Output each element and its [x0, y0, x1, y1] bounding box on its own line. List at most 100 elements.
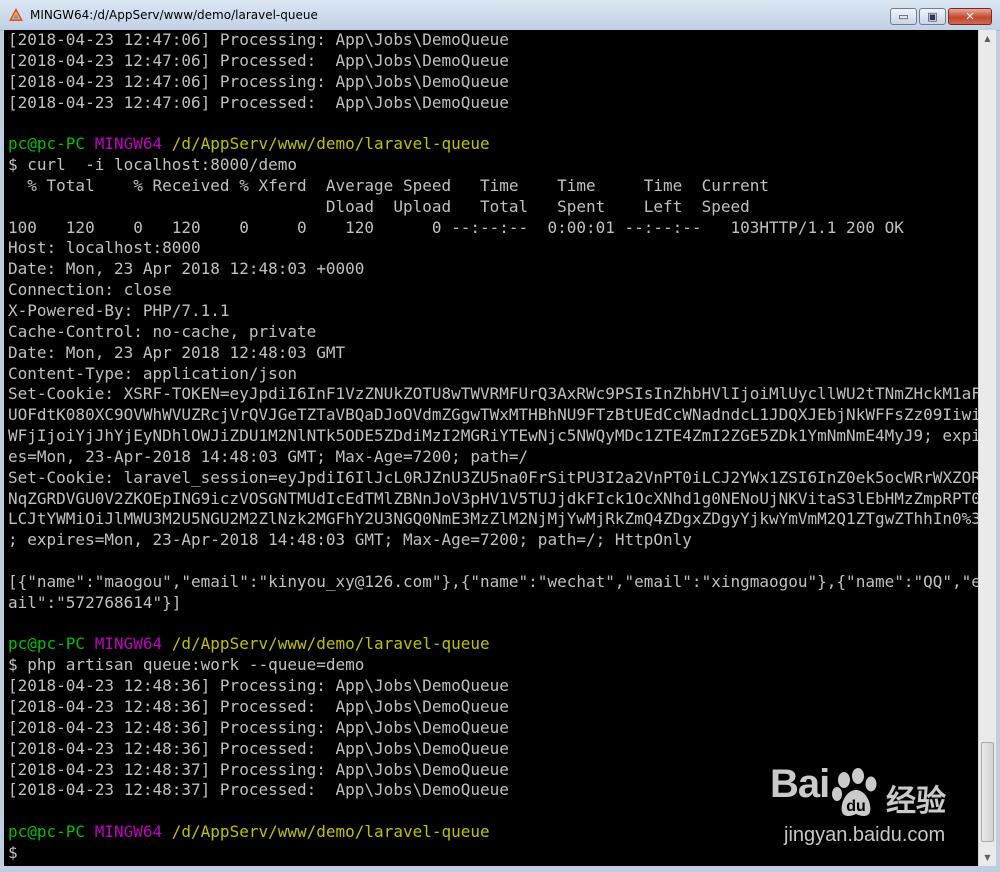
maximize-icon: ▣ — [927, 10, 938, 23]
terminal-line: NqZGRDVGU0V2ZKOEpING9iczVOSGNTMUdIcEdTMl… — [8, 489, 978, 510]
scroll-up-icon[interactable]: ▲ — [979, 30, 996, 47]
terminal-text-segment: X-Powered-By: PHP/7.1.1 — [8, 300, 230, 320]
terminal-text-segment: ail":"572768614"}] — [8, 592, 182, 612]
terminal-text-segment: [2018-04-23 12:47:06] Processing: App\Jo… — [8, 71, 509, 91]
terminal-text-segment: $ — [8, 842, 18, 862]
vertical-scrollbar[interactable]: ▲ ▼ — [978, 30, 996, 866]
terminal-line: WFjIjoiYjJhYjEyNDhlOWJiZDU1M2NlNTk5ODE5Z… — [8, 426, 978, 447]
watermark-logo-text: Bai — [770, 762, 830, 806]
terminal-line: Cache-Control: no-cache, private — [8, 322, 978, 343]
mingw-app-icon[interactable] — [8, 7, 24, 23]
terminal-line: es=Mon, 23-Apr-2018 14:48:03 GMT; Max-Ag… — [8, 447, 978, 468]
close-button[interactable]: ✕ — [948, 8, 992, 25]
terminal-text-segment: pc@pc-PC — [8, 822, 95, 842]
watermark-jingyan-text: 经验 — [886, 784, 946, 819]
terminal-text-segment: /d/AppServ/www/demo/laravel-queue — [171, 634, 490, 654]
terminal-line: [2018-04-23 12:47:06] Processed: App\Job… — [8, 51, 978, 72]
terminal-text-segment: es=Mon, 23-Apr-2018 14:48:03 GMT; Max-Ag… — [8, 446, 529, 466]
terminal-text-segment: UOFdtK080XC9OVWhWVUZRcjVrQVJGeTZTaVBQaDJ… — [8, 405, 978, 425]
baidu-paw-icon: du — [832, 768, 877, 816]
terminal-line: [2018-04-23 12:47:06] Processing: App\Jo… — [8, 30, 978, 51]
terminal-text-segment: [2018-04-23 12:48:36] Processed: App\Job… — [8, 738, 509, 758]
terminal-text-segment: LCJtYWMiOiJlMWU3M2U5NGU2M2ZlNzk2MGFhY2U3… — [8, 509, 978, 529]
terminal-line: % Total % Received % Xferd Average Speed… — [8, 176, 978, 197]
terminal-line: UOFdtK080XC9OVWhWVUZRcjVrQVJGeTZTaVBQaDJ… — [8, 405, 978, 426]
minimize-icon: ▭ — [898, 10, 909, 23]
close-icon: ✕ — [965, 10, 975, 23]
terminal-text-segment: MINGW64 — [94, 822, 172, 842]
terminal-window: MINGW64:/d/AppServ/www/demo/laravel-queu… — [0, 0, 1000, 872]
terminal-line: Set-Cookie: XSRF-TOKEN=eyJpdiI6InF1VzZNU… — [8, 384, 978, 405]
minimize-button[interactable]: ▭ — [890, 8, 917, 25]
terminal-line: [2018-04-23 12:48:36] Processing: App\Jo… — [8, 718, 978, 739]
terminal-line: $ curl -i localhost:8000/demo — [8, 155, 978, 176]
scroll-down-icon[interactable]: ▼ — [979, 849, 996, 866]
terminal-line: [{"name":"maogou","email":"kinyou_xy@126… — [8, 572, 978, 593]
terminal-text-segment: [2018-04-23 12:48:36] Processing: App\Jo… — [8, 717, 509, 737]
terminal-line: [2018-04-23 12:47:06] Processing: App\Jo… — [8, 72, 978, 93]
title-bar[interactable]: MINGW64:/d/AppServ/www/demo/laravel-queu… — [0, 0, 1000, 31]
terminal-line: Date: Mon, 23 Apr 2018 12:48:03 GMT — [8, 343, 978, 364]
terminal-text-segment: $ php artisan queue:work --queue=demo — [8, 655, 365, 675]
terminal-line: Date: Mon, 23 Apr 2018 12:48:03 +0000 — [8, 259, 978, 280]
terminal-text-segment: [2018-04-23 12:47:06] Processed: App\Job… — [8, 50, 509, 70]
terminal-text-segment: 100 120 0 120 0 0 120 0 --:--:-- 0:00:01… — [8, 217, 904, 237]
scroll-thumb[interactable] — [981, 742, 994, 842]
watermark-url: jingyan.baidu.com — [784, 824, 946, 846]
terminal-text-segment: /d/AppServ/www/demo/laravel-queue — [171, 134, 490, 154]
terminal-text-segment: [2018-04-23 12:48:36] Processed: App\Job… — [8, 697, 509, 716]
terminal-line: LCJtYWMiOiJlMWU3M2U5NGU2M2ZlNzk2MGFhY2U3… — [8, 509, 978, 530]
terminal-text-segment: Host: localhost:8000 — [8, 238, 201, 258]
terminal-line: pc@pc-PC MINGW64 /d/AppServ/www/demo/lar… — [8, 134, 978, 155]
terminal-text-segment: Dload Upload Total Spent Left Speed — [8, 196, 750, 216]
terminal-text-segment: ; expires=Mon, 23-Apr-2018 14:48:03 GMT;… — [8, 530, 692, 550]
terminal-line: Dload Upload Total Spent Left Speed — [8, 197, 978, 218]
terminal-text-segment: MINGW64 — [94, 134, 172, 154]
terminal-line: ail":"572768614"}] — [8, 593, 978, 614]
maximize-button[interactable]: ▣ — [919, 8, 946, 25]
terminal-lines: [2018-04-23 12:47:06] Processing: App\Jo… — [8, 30, 978, 864]
terminal-text-segment: /d/AppServ/www/demo/laravel-queue — [171, 822, 490, 842]
terminal-text-segment: WFjIjoiYjJhYjEyNDhlOWJiZDU1M2NlNTk5ODE5Z… — [8, 426, 978, 446]
terminal-text-segment: $ curl -i localhost:8000/demo — [8, 155, 297, 175]
terminal-text-segment: [{"name":"maogou","email":"kinyou_xy@126… — [8, 571, 978, 591]
terminal-text-segment: Set-Cookie: laravel_session=eyJpdiI6IlJc… — [8, 467, 978, 487]
terminal-line: [2018-04-23 12:48:36] Processing: App\Jo… — [8, 676, 978, 697]
terminal-line: [2018-04-23 12:48:36] Processed: App\Job… — [8, 739, 978, 760]
terminal-text-segment: MINGW64 — [94, 634, 172, 654]
terminal-line: pc@pc-PC MINGW64 /d/AppServ/www/demo/lar… — [8, 634, 978, 655]
terminal-text-segment: [2018-04-23 12:48:37] Processed: App\Job… — [8, 780, 509, 800]
terminal-line: [2018-04-23 12:48:36] Processed: App\Job… — [8, 697, 978, 718]
terminal-text-segment: pc@pc-PC — [8, 134, 95, 154]
terminal-text-segment: [2018-04-23 12:48:37] Processing: App\Jo… — [8, 759, 509, 779]
terminal-text-segment: pc@pc-PC — [8, 634, 95, 654]
terminal-line: $ php artisan queue:work --queue=demo — [8, 655, 978, 676]
terminal-line: 100 120 0 120 0 0 120 0 --:--:-- 0:00:01… — [8, 218, 978, 239]
terminal-line: Content-Type: application/json — [8, 364, 978, 385]
terminal-line: Host: localhost:8000 — [8, 238, 978, 259]
terminal-line: ; expires=Mon, 23-Apr-2018 14:48:03 GMT;… — [8, 530, 978, 551]
terminal-text-segment: % Total % Received % Xferd Average Speed… — [8, 175, 769, 195]
terminal-output[interactable]: [2018-04-23 12:47:06] Processing: App\Jo… — [4, 30, 978, 866]
baidu-jingyan-watermark: Bai du 经验 jingyan.baidu.com — [760, 762, 980, 852]
window-controls: ▭ ▣ ✕ — [888, 8, 992, 26]
terminal-text-segment: Date: Mon, 23 Apr 2018 12:48:03 +0000 — [8, 259, 365, 279]
terminal-text-segment: [2018-04-23 12:47:06] Processed: App\Job… — [8, 92, 509, 112]
terminal-text-segment: NqZGRDVGU0V2ZKOEpING9iczVOSGNTMUdIcEdTMl… — [8, 488, 978, 508]
terminal-text-segment: [2018-04-23 12:48:36] Processing: App\Jo… — [8, 676, 509, 696]
terminal-line: Set-Cookie: laravel_session=eyJpdiI6IlJc… — [8, 468, 978, 489]
terminal-text-segment: Date: Mon, 23 Apr 2018 12:48:03 GMT — [8, 342, 346, 362]
terminal-text-segment: Cache-Control: no-cache, private — [8, 321, 317, 341]
terminal-text-segment: [2018-04-23 12:47:06] Processing: App\Jo… — [8, 30, 509, 49]
terminal-text-segment: Connection: close — [8, 280, 172, 300]
terminal-line: X-Powered-By: PHP/7.1.1 — [8, 301, 978, 322]
terminal-text-segment: Set-Cookie: XSRF-TOKEN=eyJpdiI6InF1VzZNU… — [8, 384, 978, 404]
terminal-line: Connection: close — [8, 280, 978, 301]
window-title: MINGW64:/d/AppServ/www/demo/laravel-queu… — [30, 8, 318, 22]
terminal-line: [2018-04-23 12:47:06] Processed: App\Job… — [8, 93, 978, 114]
svg-text:du: du — [846, 798, 866, 815]
terminal-text-segment: Content-Type: application/json — [8, 363, 297, 383]
